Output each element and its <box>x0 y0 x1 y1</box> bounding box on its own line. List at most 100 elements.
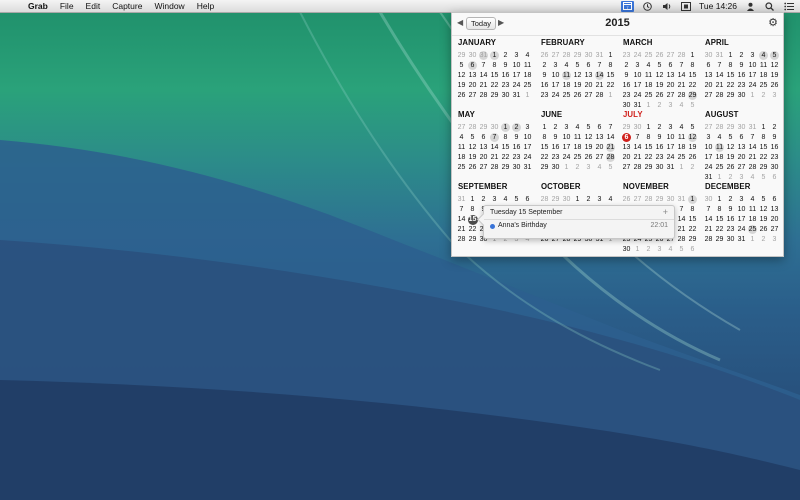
day-cell[interactable]: 24 <box>522 153 533 163</box>
day-cell[interactable]: 3 <box>561 123 572 133</box>
day-cell[interactable]: 17 <box>703 153 714 163</box>
day-cell[interactable]: 3 <box>736 195 747 205</box>
day-cell[interactable]: 16 <box>654 143 665 153</box>
day-cell[interactable]: 29 <box>687 235 698 245</box>
day-cell[interactable]: 26 <box>621 195 632 205</box>
day-cell[interactable]: 23 <box>621 51 632 61</box>
day-cell[interactable]: 4 <box>758 51 769 61</box>
day-cell[interactable]: 25 <box>561 91 572 101</box>
menu-window[interactable]: Window <box>148 0 190 12</box>
day-cell[interactable]: 1 <box>725 51 736 61</box>
day-cell[interactable]: 26 <box>456 91 467 101</box>
day-cell[interactable]: 28 <box>489 163 500 173</box>
day-cell[interactable]: 4 <box>665 245 676 255</box>
day-cell[interactable]: 14 <box>489 143 500 153</box>
day-cell[interactable]: 28 <box>676 91 687 101</box>
day-cell[interactable]: 21 <box>456 225 467 235</box>
day-cell[interactable]: 5 <box>676 245 687 255</box>
day-cell[interactable]: 2 <box>758 235 769 245</box>
day-cell[interactable]: 21 <box>605 143 616 153</box>
day-cell[interactable]: 1 <box>758 123 769 133</box>
day-cell[interactable]: 11 <box>747 205 758 215</box>
day-cell[interactable]: 7 <box>703 205 714 215</box>
day-cell[interactable]: 25 <box>643 51 654 61</box>
day-cell[interactable]: 10 <box>736 205 747 215</box>
day-cell[interactable]: 8 <box>605 61 616 71</box>
day-cell[interactable]: 21 <box>676 81 687 91</box>
day-cell[interactable]: 31 <box>736 235 747 245</box>
day-cell[interactable]: 25 <box>747 225 758 235</box>
day-cell[interactable]: 3 <box>583 163 594 173</box>
day-cell[interactable]: 24 <box>632 51 643 61</box>
day-cell[interactable]: 28 <box>703 235 714 245</box>
event-title[interactable]: Anna's Birthday <box>498 222 547 229</box>
day-cell[interactable]: 1 <box>522 91 533 101</box>
day-cell[interactable]: 11 <box>714 143 725 153</box>
spotlight-search-icon[interactable] <box>764 1 775 11</box>
day-cell[interactable]: 28 <box>747 163 758 173</box>
day-cell[interactable]: 1 <box>747 91 758 101</box>
day-cell[interactable]: 10 <box>703 143 714 153</box>
day-cell[interactable]: 16 <box>769 143 780 153</box>
day-cell[interactable]: 9 <box>621 71 632 81</box>
day-cell[interactable]: 23 <box>539 91 550 101</box>
day-cell[interactable]: 4 <box>500 195 511 205</box>
day-cell[interactable]: 27 <box>621 163 632 173</box>
day-cell[interactable]: 6 <box>467 61 478 71</box>
day-cell[interactable]: 29 <box>489 91 500 101</box>
day-cell[interactable]: 22 <box>489 81 500 91</box>
day-cell[interactable]: 9 <box>769 133 780 143</box>
day-cell[interactable]: 31 <box>478 51 489 61</box>
day-cell[interactable]: 17 <box>736 215 747 225</box>
day-cell[interactable]: 15 <box>687 215 698 225</box>
day-cell[interactable]: 8 <box>758 133 769 143</box>
day-cell[interactable]: 14 <box>605 133 616 143</box>
day-cell[interactable]: 30 <box>511 163 522 173</box>
day-cell[interactable]: 4 <box>522 51 533 61</box>
day-cell[interactable]: 18 <box>572 143 583 153</box>
day-cell[interactable]: 31 <box>747 123 758 133</box>
day-cell[interactable]: 16 <box>621 81 632 91</box>
day-cell[interactable]: 23 <box>550 153 561 163</box>
day-cell[interactable]: 14 <box>703 215 714 225</box>
menu-help[interactable]: Help <box>191 0 220 12</box>
day-cell[interactable]: 28 <box>643 195 654 205</box>
day-cell[interactable]: 29 <box>714 235 725 245</box>
day-cell[interactable]: 3 <box>769 235 780 245</box>
day-cell[interactable]: 21 <box>747 153 758 163</box>
day-cell[interactable]: 21 <box>703 225 714 235</box>
day-cell[interactable]: 18 <box>747 215 758 225</box>
day-cell[interactable]: 22 <box>687 81 698 91</box>
day-cell[interactable]: 29 <box>725 91 736 101</box>
day-cell[interactable]: 18 <box>643 81 654 91</box>
menu-capture[interactable]: Capture <box>106 0 148 12</box>
day-cell[interactable]: 6 <box>522 195 533 205</box>
day-cell[interactable]: 8 <box>725 61 736 71</box>
day-cell[interactable]: 8 <box>467 205 478 215</box>
day-cell[interactable]: 13 <box>621 143 632 153</box>
day-cell[interactable]: 3 <box>511 51 522 61</box>
day-cell[interactable]: 29 <box>643 163 654 173</box>
day-cell[interactable]: 26 <box>758 225 769 235</box>
day-cell[interactable]: 8 <box>489 61 500 71</box>
day-cell[interactable]: 27 <box>467 91 478 101</box>
day-cell[interactable]: 30 <box>665 195 676 205</box>
day-cell[interactable]: 15 <box>605 71 616 81</box>
day-cell[interactable]: 7 <box>714 61 725 71</box>
day-cell[interactable]: 22 <box>643 153 654 163</box>
day-cell[interactable]: 2 <box>511 123 522 133</box>
day-cell[interactable]: 24 <box>511 81 522 91</box>
day-cell[interactable]: 13 <box>594 133 605 143</box>
day-cell[interactable]: 14 <box>632 143 643 153</box>
day-cell[interactable]: 15 <box>643 143 654 153</box>
day-cell[interactable]: 31 <box>594 51 605 61</box>
gear-icon[interactable]: ⚙ <box>768 16 778 29</box>
day-cell[interactable]: 3 <box>594 195 605 205</box>
day-cell[interactable]: 1 <box>489 51 500 61</box>
day-cell[interactable]: 27 <box>736 163 747 173</box>
day-cell[interactable]: 3 <box>703 133 714 143</box>
day-cell[interactable]: 21 <box>478 81 489 91</box>
day-cell[interactable]: 8 <box>714 205 725 215</box>
day-cell[interactable]: 20 <box>736 153 747 163</box>
day-cell[interactable]: 10 <box>632 71 643 81</box>
